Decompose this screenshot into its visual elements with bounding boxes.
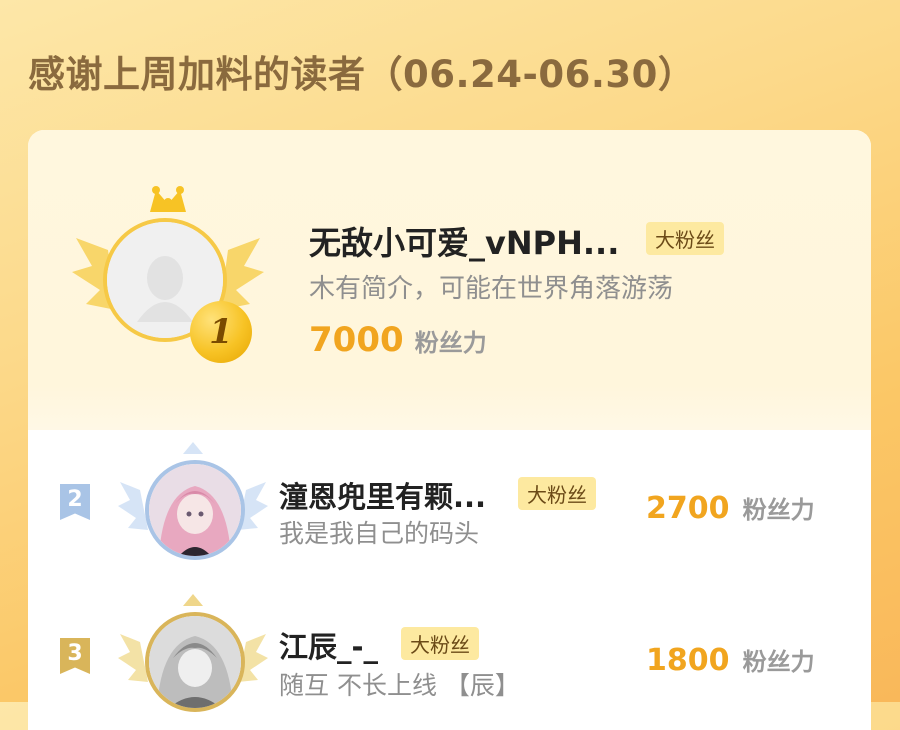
top-reader-card[interactable]: 1 无敌小可爱_vNPH... 大粉丝 木有简介，可能在世界角落游荡 7000 … — [28, 130, 871, 430]
reader-name[interactable]: 潼恩兜里有颗... — [279, 474, 486, 516]
avatar-image — [149, 464, 241, 556]
fan-power-unit: 粉丝力 — [742, 496, 815, 524]
fan-power-value: 2700 — [646, 491, 730, 526]
list-item[interactable]: 3 江辰_-_ 大粉丝 随互 不长上线 【辰】 1800 粉丝力 — [28, 580, 871, 730]
reader-bio: 木有简介，可能在世界角落游荡 — [309, 274, 674, 304]
avatar-image — [149, 616, 241, 708]
reader-name[interactable]: 无敌小可爱_vNPH... — [309, 218, 619, 264]
fan-power-unit: 粉丝力 — [742, 648, 815, 676]
rank-medal: 1 — [190, 301, 252, 363]
avatar[interactable] — [145, 612, 245, 712]
avatar[interactable] — [145, 460, 245, 560]
fan-power: 2700 粉丝力 — [646, 490, 815, 526]
reader-ranking-panel: 1 无敌小可爱_vNPH... 大粉丝 木有简介，可能在世界角落游荡 7000 … — [28, 130, 871, 730]
page-title: 感谢上周加料的读者（06.24-06.30） — [28, 53, 696, 96]
reader-name[interactable]: 江辰_-_ — [279, 624, 378, 666]
fan-power: 1800 粉丝力 — [646, 642, 815, 678]
list-item[interactable]: 2 潼恩兜里有颗... 大粉丝 我是我自己的码头 2700 粉丝力 — [28, 430, 871, 580]
rank-flag: 2 — [60, 484, 90, 520]
reader-list: 2 潼恩兜里有颗... 大粉丝 我是我自己的码头 2700 粉丝力 3 江辰_-… — [28, 430, 871, 730]
fan-power: 7000 粉丝力 — [309, 320, 487, 360]
fan-badge: 大粉丝 — [401, 627, 479, 660]
fan-badge: 大粉丝 — [518, 477, 596, 510]
fan-power-unit: 粉丝力 — [414, 329, 487, 357]
fan-power-value: 7000 — [309, 320, 404, 360]
rank-flag: 3 — [60, 638, 90, 674]
fan-badge: 大粉丝 — [646, 222, 724, 255]
reader-bio: 随互 不长上线 【辰】 — [279, 671, 520, 700]
reader-bio: 我是我自己的码头 — [279, 519, 480, 548]
fan-power-value: 1800 — [646, 643, 730, 678]
